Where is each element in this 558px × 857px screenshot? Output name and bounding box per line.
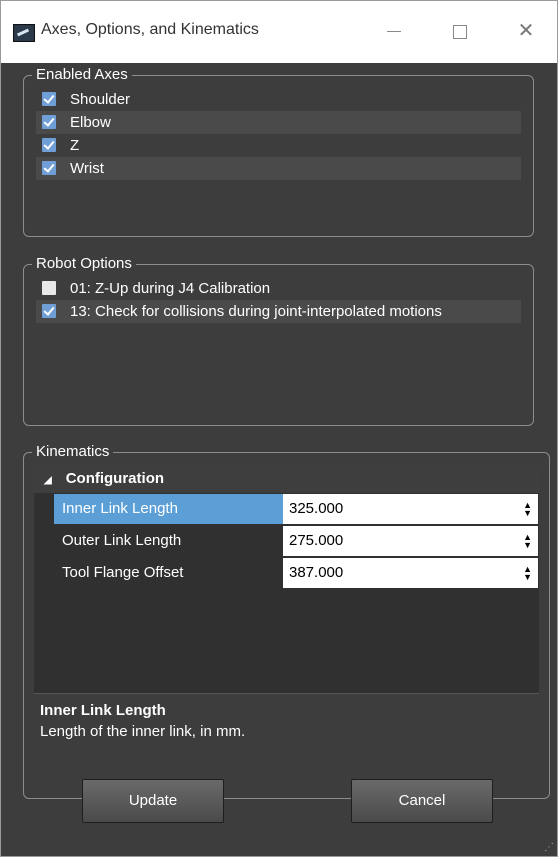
axis-item-elbow[interactable]: Elbow <box>36 111 521 134</box>
axis-label: Elbow <box>70 114 111 131</box>
dialog-window: Axes, Options, and Kinematics ✕ Enabled … <box>0 0 558 857</box>
property-row-inner-link[interactable]: Inner Link Length 325.000 ▲ ▼ <box>54 493 539 525</box>
axis-item-shoulder[interactable]: Shoulder <box>36 88 521 111</box>
robot-options-list: 01: Z-Up during J4 Calibration 13: Check… <box>36 277 521 323</box>
close-button[interactable]: ✕ <box>503 11 549 51</box>
enabled-axes-label: Enabled Axes <box>32 66 132 84</box>
description-title: Inner Link Length <box>40 702 166 719</box>
maximize-button[interactable] <box>437 11 483 51</box>
property-value-input[interactable]: 275.000 ▲ ▼ <box>283 526 538 556</box>
checkbox-option-13[interactable] <box>42 304 56 318</box>
property-name[interactable]: Tool Flange Offset <box>54 558 283 588</box>
axis-label: Shoulder <box>70 91 131 108</box>
spinner-icon[interactable]: ▲ ▼ <box>523 533 532 550</box>
checkbox-wrist[interactable] <box>42 161 56 175</box>
property-name[interactable]: Inner Link Length <box>54 494 283 524</box>
configuration-label: Configuration <box>65 470 165 487</box>
property-row-tool-flange[interactable]: Tool Flange Offset 387.000 ▲ ▼ <box>54 557 539 589</box>
checkbox-shoulder[interactable] <box>42 92 56 106</box>
property-value: 387.000 <box>289 564 344 581</box>
checkbox-z[interactable] <box>42 138 56 152</box>
minimize-button[interactable] <box>371 11 417 51</box>
update-button[interactable]: Update <box>82 779 224 823</box>
spinner-icon[interactable]: ▲ ▼ <box>523 565 532 582</box>
configuration-header[interactable]: ◢ Configuration <box>34 465 539 493</box>
property-value-input[interactable]: 325.000 ▲ ▼ <box>283 494 538 524</box>
option-item-01[interactable]: 01: Z-Up during J4 Calibration <box>36 277 521 300</box>
cancel-button[interactable]: Cancel <box>351 779 493 823</box>
window-title: Axes, Options, and Kinematics <box>41 21 259 38</box>
property-grid: ◢ Configuration Inner Link Length 325.000… <box>34 465 539 797</box>
property-value-input[interactable]: 387.000 ▲ ▼ <box>283 558 538 588</box>
option-item-13[interactable]: 13: Check for collisions during joint-in… <box>36 300 521 323</box>
description-text: Length of the inner link, in mm. <box>40 723 246 740</box>
enabled-axes-list: Shoulder Elbow Z Wrist <box>36 88 521 180</box>
maximize-icon <box>453 24 467 39</box>
enabled-axes-group: Enabled Axes Shoulder Elbow Z Wrist <box>23 66 534 237</box>
title-bar[interactable]: Axes, Options, and Kinematics ✕ <box>1 1 557 63</box>
robot-app-icon <box>13 24 35 42</box>
robot-options-group: Robot Options 01: Z-Up during J4 Calibra… <box>23 255 534 426</box>
axis-label: Wrist <box>70 160 104 177</box>
minimize-icon <box>387 31 401 33</box>
checkbox-option-01[interactable] <box>42 281 56 295</box>
spinner-icon[interactable]: ▲ ▼ <box>523 501 532 518</box>
option-label: 13: Check for collisions during joint-in… <box>70 303 442 320</box>
axis-item-z[interactable]: Z <box>36 134 521 157</box>
axis-label: Z <box>70 137 80 154</box>
resize-grip-icon[interactable]: ⋰ <box>544 842 554 853</box>
kinematics-label: Kinematics <box>32 443 114 461</box>
robot-options-label: Robot Options <box>32 255 136 273</box>
property-value: 275.000 <box>289 532 344 549</box>
property-value: 325.000 <box>289 500 344 517</box>
kinematics-group: Kinematics ◢ Configuration Inner Link Len… <box>23 443 550 799</box>
checkbox-elbow[interactable] <box>42 115 56 129</box>
option-label: 01: Z-Up during J4 Calibration <box>70 280 271 297</box>
property-name[interactable]: Outer Link Length <box>54 526 283 556</box>
collapse-triangle-icon[interactable]: ◢ <box>44 467 52 495</box>
close-icon: ✕ <box>517 20 535 42</box>
axis-item-wrist[interactable]: Wrist <box>36 157 521 180</box>
property-row-outer-link[interactable]: Outer Link Length 275.000 ▲ ▼ <box>54 525 539 557</box>
